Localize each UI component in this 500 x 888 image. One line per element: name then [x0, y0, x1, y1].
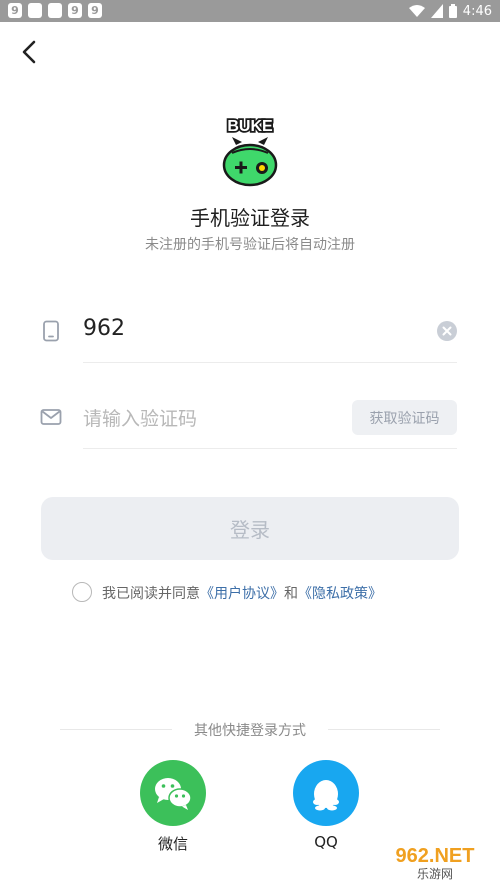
notification-icon: 9 [68, 3, 82, 18]
qq-icon [313, 780, 339, 811]
chevron-left-icon[interactable] [16, 38, 44, 66]
watermark-brand: 962.NET [396, 845, 475, 867]
battery-icon [448, 4, 457, 18]
phone-input[interactable]: 962 [83, 316, 125, 341]
agreement-text: 我已阅读并同意《用户协议》和《隐私政策》 [102, 583, 382, 603]
qq-label: QQ [314, 833, 338, 851]
status-bar: 9 9 9 4:46 [0, 0, 500, 22]
app-logo: BUKE [222, 116, 278, 187]
agreement-checkbox[interactable] [72, 582, 92, 602]
notification-icon [28, 3, 42, 18]
status-bar-right: 4:46 [408, 0, 492, 22]
mail-icon [40, 409, 62, 425]
agreement-prefix: 我已阅读并同意 [102, 586, 200, 602]
phone-divider [83, 362, 457, 363]
verification-code-input[interactable]: 请输入验证码 [83, 404, 197, 431]
page-subtitle: 未注册的手机号验证后将自动注册 [145, 237, 355, 253]
privacy-policy-link[interactable]: 《隐私政策》 [298, 586, 382, 602]
login-button[interactable]: 登录 [41, 497, 459, 560]
notification-icon: 9 [8, 3, 22, 18]
site-watermark: 962.NET 乐游网 [376, 840, 494, 882]
wechat-login-button[interactable] [140, 760, 206, 826]
notification-icon: 9 [88, 3, 102, 18]
signal-icon [430, 4, 443, 18]
get-code-button[interactable]: 获取验证码 [352, 400, 457, 435]
watermark-sub: 乐游网 [417, 867, 453, 881]
wechat-label: 微信 [157, 835, 188, 853]
wechat-icon [155, 778, 192, 810]
qq-login-button[interactable] [293, 760, 359, 826]
other-login-label: 其他快捷登录方式 [194, 723, 306, 739]
page-title: 手机验证登录 [190, 206, 310, 230]
clear-icon[interactable] [437, 321, 457, 341]
status-time: 4:46 [462, 3, 492, 19]
user-agreement-link[interactable]: 《用户协议》 [200, 586, 284, 602]
notification-icon [48, 3, 62, 18]
agreement-and: 和 [284, 586, 298, 602]
wifi-icon [408, 4, 425, 17]
logo-text: BUKE [227, 118, 273, 135]
phone-icon [43, 320, 59, 342]
code-divider [83, 448, 457, 449]
